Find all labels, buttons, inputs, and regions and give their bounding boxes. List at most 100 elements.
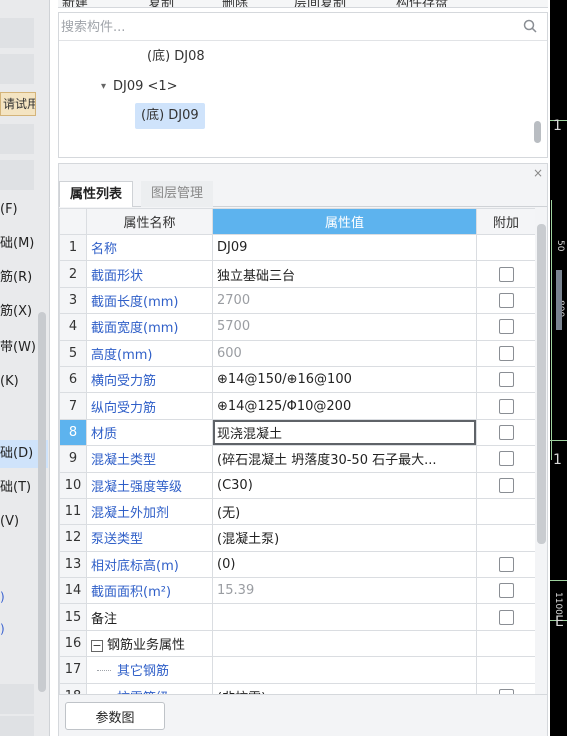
extra-cell	[476, 577, 535, 605]
trial-button[interactable]: 请试用	[0, 92, 36, 116]
extra-checkbox[interactable]	[498, 583, 514, 599]
property-name-label: 截面形状	[91, 268, 144, 284]
extra-cell	[476, 392, 535, 420]
tree-node-selected[interactable]: (底) DJ09	[135, 103, 205, 129]
property-value[interactable]: ⊕14@150/⊕16@100	[212, 365, 477, 394]
extra-checkbox[interactable]	[498, 345, 514, 361]
property-value[interactable]: (0)	[212, 550, 477, 579]
property-value[interactable]	[212, 603, 477, 631]
tab-layer-management[interactable]: 图层管理	[141, 181, 214, 207]
extra-cell	[476, 524, 535, 552]
extra-checkbox[interactable]	[498, 319, 514, 335]
property-value[interactable]: (无)	[212, 497, 477, 526]
property-value[interactable]: (非抗震)	[212, 682, 477, 694]
grid-scrollbar[interactable]	[537, 224, 546, 544]
new-button[interactable]: 新建	[62, 0, 88, 7]
property-row[interactable]: 9 混凝土类型 (碎石混凝土 坍落度30-50 石子最大...	[59, 445, 535, 473]
extra-cell	[476, 418, 535, 447]
extra-checkbox[interactable]	[498, 372, 514, 388]
property-value[interactable]: 独立基础三台	[212, 260, 477, 288]
property-row[interactable]: 6 横向受力筋 ⊕14@150/⊕16@100	[59, 365, 535, 394]
extra-checkbox[interactable]	[498, 609, 514, 625]
property-name-label: 备注	[91, 611, 118, 627]
search-input[interactable]	[61, 16, 521, 38]
extra-checkbox[interactable]	[498, 292, 514, 308]
property-row[interactable]: 3 截面长度(mm) 2700	[59, 286, 535, 315]
row-number: 16	[59, 629, 87, 658]
property-row[interactable]: 8 材质 现浇混凝土	[59, 418, 535, 447]
property-value[interactable]: 15.39	[212, 577, 477, 605]
floor-copy-button[interactable]: 层间复制	[294, 0, 346, 7]
tree-node[interactable]: DJ09 <1>	[113, 74, 178, 100]
sidebar-block	[0, 54, 34, 84]
app-window: 请试用 (F) 础(M) 筋(R) 筋(X) 带(W) (K) 础(D) 础(T) (V) ) …	[0, 0, 567, 736]
header-property-value[interactable]: 属性值	[212, 208, 477, 235]
property-row[interactable]: 13 相对底标高(m) (0)	[59, 550, 535, 579]
drawing-canvas[interactable]: 1 50 800 1 1100 E	[550, 0, 567, 736]
sidebar-item[interactable]: (F)	[0, 196, 48, 224]
property-name-label: 钢筋业务属性	[107, 638, 186, 654]
property-value[interactable]: 现浇混凝土	[212, 418, 477, 447]
extra-checkbox[interactable]	[498, 451, 514, 467]
property-row[interactable]: 4 截面宽度(mm) 5700	[59, 313, 535, 341]
parameter-diagram-button[interactable]: 参数图	[65, 702, 165, 730]
extra-cell	[476, 550, 535, 579]
sidebar-item[interactable]: 础(M)	[0, 230, 48, 258]
property-row[interactable]: 12 泵送类型 (混凝土泵)	[59, 524, 535, 552]
row-number: 2	[59, 260, 87, 288]
collapse-icon[interactable]: −	[91, 639, 103, 652]
property-name-label: 截面面积(m²)	[91, 585, 172, 601]
property-row[interactable]: 1 名称 DJ09	[59, 233, 535, 262]
property-value[interactable]: 2700	[212, 286, 477, 315]
property-value[interactable]: ⊕14@125/Φ10@200	[212, 392, 477, 420]
property-row[interactable]: 16− 钢筋业务属性	[59, 629, 535, 658]
property-value[interactable]: 5700	[212, 313, 477, 341]
extra-checkbox[interactable]	[498, 424, 514, 440]
row-number: 3	[59, 286, 87, 315]
header-extra[interactable]: 附加	[476, 208, 535, 235]
property-row[interactable]: 17 其它钢筋	[59, 656, 535, 684]
property-value[interactable]: (C30)	[212, 471, 477, 499]
tree-node[interactable]: (底) DJ08	[147, 44, 205, 70]
property-row[interactable]: 14 截面面积(m²) 15.39	[59, 577, 535, 605]
extra-checkbox[interactable]	[498, 556, 514, 572]
close-icon[interactable]: ×	[533, 166, 543, 180]
row-number: 8	[59, 418, 87, 447]
property-value[interactable]: 600	[212, 339, 477, 367]
copy-button[interactable]: 复制	[148, 0, 174, 7]
extra-cell	[476, 497, 535, 526]
property-row[interactable]: 11 混凝土外加剂 (无)	[59, 497, 535, 526]
property-value[interactable]: DJ09	[212, 233, 477, 262]
row-number: 4	[59, 313, 87, 341]
property-row[interactable]: 2 截面形状 独立基础三台	[59, 260, 535, 288]
property-row[interactable]: 18抗震等级(非抗震)	[59, 682, 535, 694]
search-icon[interactable]	[523, 19, 537, 33]
property-row[interactable]: 7 纵向受力筋 ⊕14@125/Φ10@200	[59, 392, 535, 420]
property-row[interactable]: 10 混凝土强度等级 (C30)	[59, 471, 535, 499]
property-value[interactable]: (混凝土泵)	[212, 524, 477, 552]
property-value[interactable]	[212, 629, 477, 658]
delete-button[interactable]: 删除	[222, 0, 248, 7]
property-name: 相对底标高(m)	[86, 550, 213, 579]
property-row[interactable]: 15 备注	[59, 603, 535, 631]
property-value[interactable]: (碎石混凝土 坍落度30-50 石子最大...	[212, 445, 477, 473]
property-name-label: 混凝土强度等级	[91, 479, 183, 495]
sidebar-scrollbar[interactable]	[38, 312, 46, 692]
property-value[interactable]	[212, 656, 477, 684]
property-row[interactable]: 5 高度(mm) 600	[59, 339, 535, 367]
expand-arrow-icon[interactable]: ▾	[101, 81, 106, 92]
canvas-label: 1	[553, 118, 562, 134]
tab-property-list[interactable]: 属性列表	[59, 181, 134, 207]
save-component-button[interactable]: 构件存盘	[396, 0, 448, 7]
extra-checkbox[interactable]	[498, 398, 514, 414]
extra-checkbox[interactable]	[498, 477, 514, 493]
canvas-label: 1100	[553, 592, 563, 615]
tree-scrollbar[interactable]	[534, 121, 541, 143]
property-name-label: 截面宽度(mm)	[91, 321, 179, 337]
row-number: 17	[59, 656, 87, 684]
sidebar-item[interactable]: 筋(R)	[0, 264, 48, 292]
row-number: 18	[59, 682, 87, 694]
property-name-label: 材质	[91, 426, 118, 442]
header-property-name[interactable]: 属性名称	[86, 208, 213, 235]
extra-checkbox[interactable]	[498, 266, 514, 282]
